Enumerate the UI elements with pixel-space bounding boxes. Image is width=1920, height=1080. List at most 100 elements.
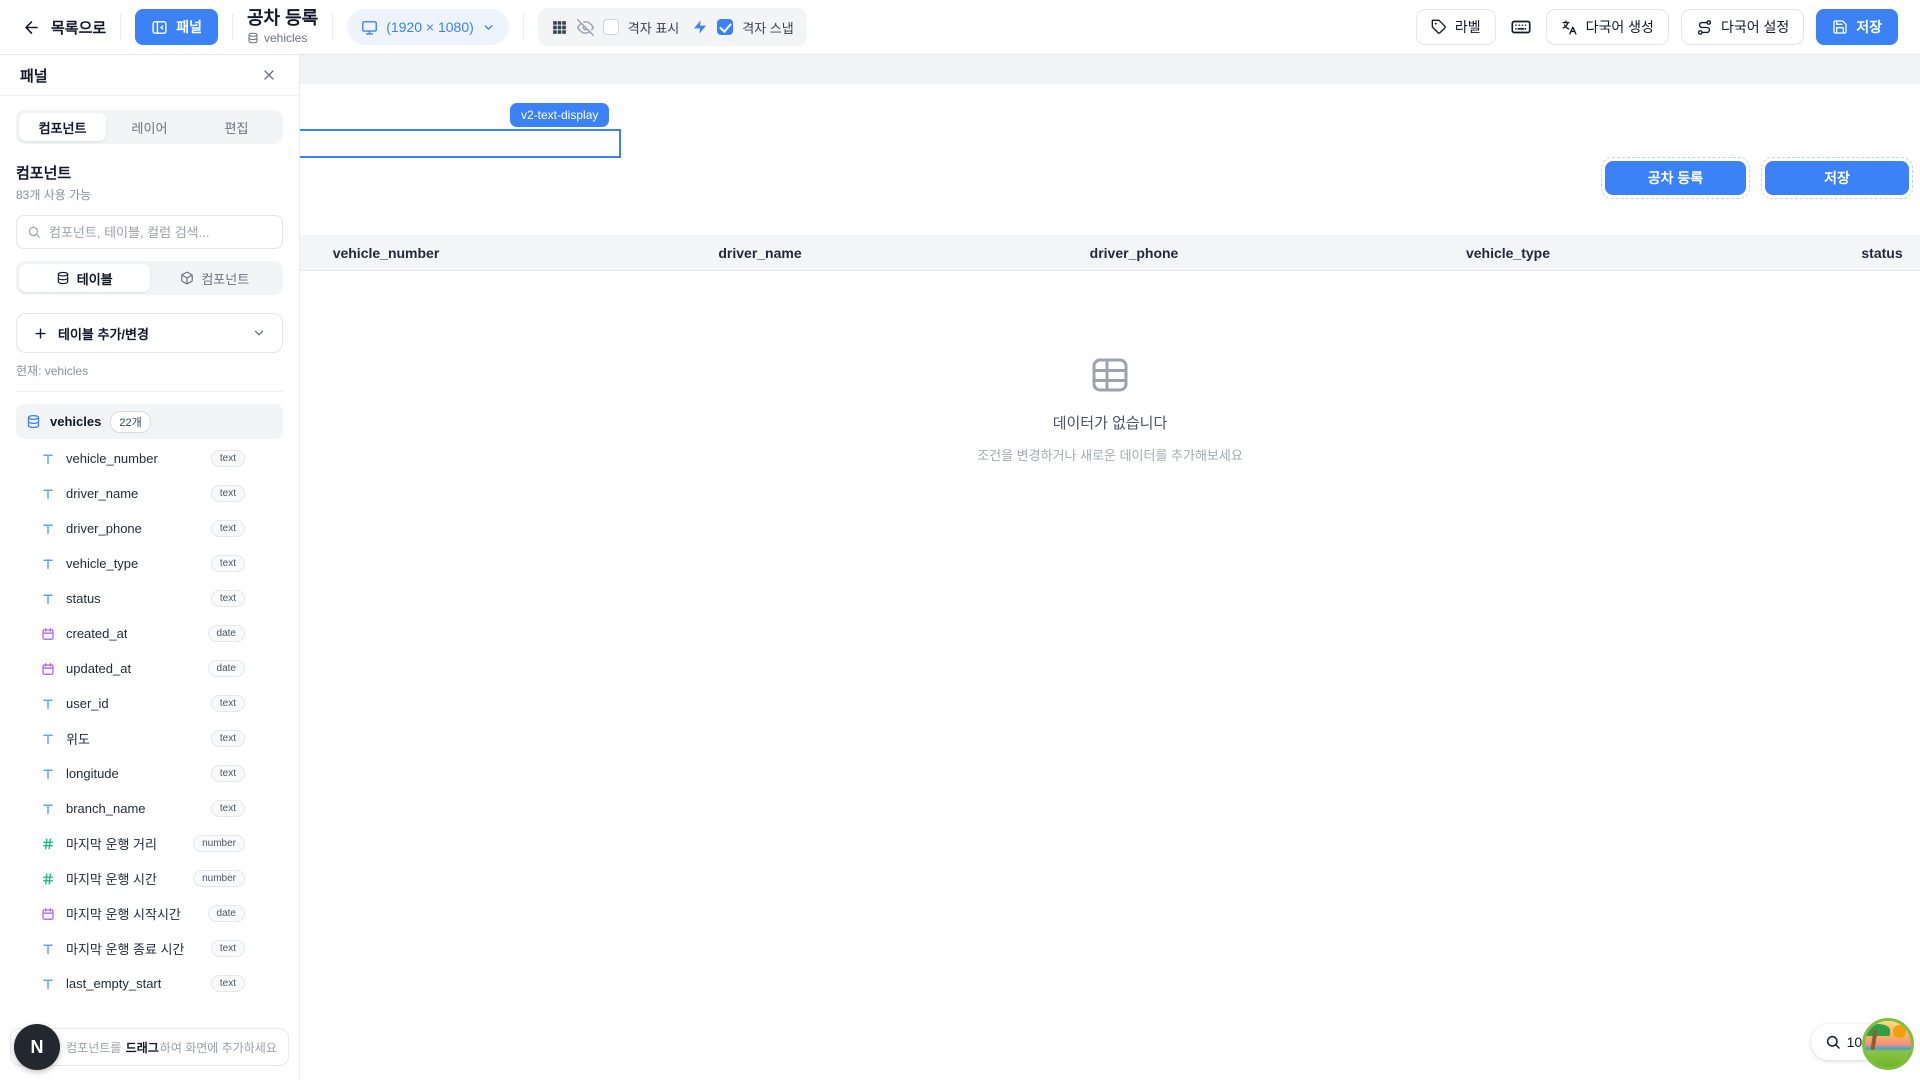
save-icon xyxy=(1832,19,1848,35)
divider xyxy=(523,14,524,40)
available-count: 83개 사용 가능 xyxy=(16,186,283,203)
field-name: updated_at xyxy=(66,661,131,676)
tab-components[interactable]: 컴포넌트 xyxy=(19,113,106,141)
table-column-header: vehicle_type xyxy=(1321,235,1695,270)
field-name: created_at xyxy=(66,626,127,641)
island-icon[interactable] xyxy=(1862,1018,1914,1070)
field-row[interactable]: branch_name text xyxy=(16,791,283,826)
database-icon xyxy=(247,32,259,44)
subtitle-table-name: vehicles xyxy=(264,31,307,45)
divider xyxy=(232,14,233,40)
close-icon[interactable] xyxy=(259,65,279,85)
table-row-vehicles[interactable]: vehicles 22개 xyxy=(16,404,283,439)
data-table-header[interactable]: vehicle_numberdriver_namedriver_phoneveh… xyxy=(300,235,1920,271)
mode-tab-components[interactable]: 컴포넌트 xyxy=(150,264,281,292)
divider xyxy=(16,391,283,392)
field-type-badge: text xyxy=(211,590,245,607)
hash-icon xyxy=(40,872,56,886)
grid-snap-label: 격자 스냅 xyxy=(742,18,793,37)
field-row[interactable]: vehicle_numbertext xyxy=(16,441,283,476)
grid-icon xyxy=(551,19,568,36)
field-row[interactable]: 위도text xyxy=(16,721,283,756)
panel-title: 패널 xyxy=(20,65,48,86)
selected-text-display-component[interactable] xyxy=(298,129,621,158)
field-row[interactable]: vehicle_type text xyxy=(16,546,283,581)
page-title-block: 공차 등록 vehicles xyxy=(247,9,318,46)
grid-show-checkbox[interactable] xyxy=(603,19,619,35)
calendar-icon xyxy=(40,627,56,641)
divider xyxy=(332,14,333,40)
field-row[interactable]: 마지막 운행 시작시간date xyxy=(16,896,283,931)
avatar[interactable]: N xyxy=(14,1024,60,1070)
tab-edit[interactable]: 편집 xyxy=(193,113,280,141)
grid-snap-checkbox[interactable] xyxy=(717,19,733,35)
zap-icon xyxy=(692,19,708,35)
table-name: vehicles xyxy=(50,414,101,429)
back-to-list-button[interactable]: 목록으로 xyxy=(22,17,106,38)
type-icon xyxy=(40,732,56,746)
panel-tabs: 컴포넌트 레이어 편집 xyxy=(16,110,283,144)
chevron-down-icon xyxy=(482,21,495,34)
tag-icon xyxy=(1431,19,1447,35)
field-name: user_id xyxy=(66,696,109,711)
resolution-selector[interactable]: (1920 × 1080) xyxy=(347,9,509,45)
plus-icon xyxy=(33,326,48,341)
type-icon xyxy=(40,942,56,956)
field-name: vehicle_type xyxy=(66,556,138,571)
keyboard-shortcuts-button[interactable] xyxy=(1508,16,1534,38)
database-icon xyxy=(26,414,41,429)
search-icon xyxy=(27,225,41,239)
field-type-badge: text xyxy=(211,940,245,957)
field-type-badge: number xyxy=(193,835,245,852)
field-name: branch_name xyxy=(66,801,146,816)
table-column-header: status xyxy=(1695,235,1920,270)
add-table-button[interactable]: 테이블 추가/변경 xyxy=(16,313,283,353)
field-type-badge: text xyxy=(211,765,245,782)
record-count-badge: 22개 xyxy=(110,411,150,433)
type-icon xyxy=(40,487,56,501)
field-row[interactable]: longitude text xyxy=(16,756,283,791)
component-search[interactable] xyxy=(16,215,283,249)
field-row[interactable]: 마지막 운행 종료 시간 text xyxy=(16,931,283,966)
i18n-settings-button[interactable]: 다국어 설정 xyxy=(1681,9,1804,45)
grid-options-group: 격자 표시 격자 스냅 xyxy=(538,8,807,46)
field-row[interactable]: 마지막 운행 거리 number xyxy=(16,826,283,861)
panel-toggle-button[interactable]: 패널 xyxy=(135,9,218,45)
selected-component-tag: v2-text-display xyxy=(510,103,609,127)
translate-icon xyxy=(1561,19,1578,36)
field-type-badge: text xyxy=(211,975,245,992)
field-type-badge: text xyxy=(211,800,245,817)
field-name: last_empty_start xyxy=(66,976,161,991)
field-type-badge: text xyxy=(211,485,245,502)
field-name: driver_phone xyxy=(66,521,142,536)
field-name: 마지막 운행 종료 시간 xyxy=(66,939,184,958)
field-row[interactable]: last_empty_start text xyxy=(16,966,283,1001)
label-button[interactable]: 라벨 xyxy=(1416,9,1496,45)
field-name: 마지막 운행 거리 xyxy=(66,834,157,853)
field-row[interactable]: driver_nametext xyxy=(16,476,283,511)
field-type-badge: text xyxy=(211,555,245,572)
register-vehicle-button[interactable]: 공차 등록 xyxy=(1605,161,1746,195)
calendar-icon xyxy=(40,907,56,921)
search-input[interactable] xyxy=(49,225,272,240)
field-row[interactable]: 마지막 운행 시간number xyxy=(16,861,283,896)
back-label: 목록으로 xyxy=(51,17,106,38)
canvas-save-button[interactable]: 저장 xyxy=(1765,161,1909,195)
save-button[interactable]: 저장 xyxy=(1816,9,1898,45)
i18n-generate-button[interactable]: 다국어 생성 xyxy=(1546,9,1669,45)
type-icon xyxy=(40,557,56,571)
mode-tab-tables[interactable]: 테이블 xyxy=(19,264,150,292)
current-table-label: 현재: vehicles xyxy=(16,362,283,379)
field-row[interactable]: statustext xyxy=(16,581,283,616)
table-column-header: driver_phone xyxy=(947,235,1321,270)
field-row[interactable]: driver_phonetext xyxy=(16,511,283,546)
field-name: 마지막 운행 시간 xyxy=(66,869,157,888)
tab-layers[interactable]: 레이어 xyxy=(106,113,193,141)
canvas-button-wrapper: 저장 xyxy=(1761,157,1913,199)
field-name: longitude xyxy=(66,766,119,781)
field-row[interactable]: created_atdate xyxy=(16,616,283,651)
hash-icon xyxy=(40,837,56,851)
field-row[interactable]: user_idtext xyxy=(16,686,283,721)
field-row[interactable]: updated_atdate xyxy=(16,651,283,686)
chevron-down-icon xyxy=(252,326,266,340)
